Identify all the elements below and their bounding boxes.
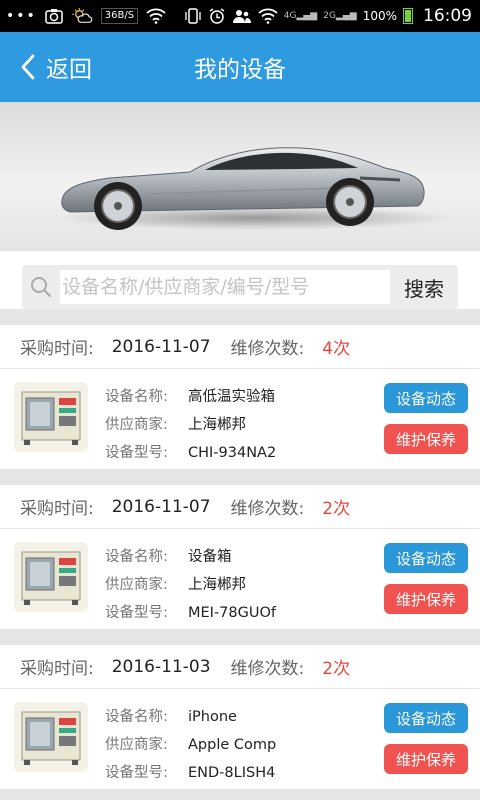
device-thumbnail	[14, 542, 88, 612]
device-dynamics-button[interactable]: 设备动态	[384, 543, 468, 573]
search-icon	[22, 265, 60, 309]
search-bar: 搜索	[22, 265, 458, 309]
banner-image	[0, 102, 480, 251]
overflow-dots: •••	[6, 8, 37, 24]
weather-icon	[72, 8, 93, 23]
record-body[interactable]: 设备名称: 高低温实验箱 供应商家: 上海郴邦 设备型号: CHI-934NA2 设备…	[0, 369, 480, 469]
back-button[interactable]: 返回	[0, 32, 92, 102]
device-thumbnail	[14, 382, 88, 452]
record-header: 采购时间: 2016-11-07 维修次数: 2次	[0, 485, 480, 529]
app-header: 返回 我的设备	[0, 32, 480, 102]
contacts-icon	[232, 10, 251, 23]
model-label: 设备型号:	[105, 445, 168, 461]
model: MEI-78GUOf	[188, 605, 276, 621]
device-name: 高低温实验箱	[188, 389, 275, 405]
device-record: 采购时间: 2016-11-07 维修次数: 4次 设备名称: 高低温实验箱 供应…	[0, 325, 480, 469]
clock: 16:09	[423, 6, 472, 26]
wifi-icon	[146, 8, 166, 24]
wifi-icon-2	[258, 8, 278, 24]
supplier: 上海郴邦	[188, 417, 246, 433]
device-name-label: 设备名称:	[105, 389, 168, 405]
camera-icon	[45, 9, 63, 24]
purchase-date: 2016-11-07	[111, 336, 211, 357]
repair-count-label: 维修次数:	[230, 499, 305, 519]
purchase-date: 2016-11-07	[111, 496, 211, 517]
search-input[interactable]	[60, 270, 390, 304]
supplier-label: 供应商家:	[105, 577, 168, 593]
device-thumbnail	[14, 702, 88, 772]
model: CHI-934NA2	[188, 445, 277, 461]
device-name-label: 设备名称:	[105, 709, 168, 725]
record-body[interactable]: 设备名称: 设备箱 供应商家: 上海郴邦 设备型号: MEI-78GUOf 设备动态 …	[0, 529, 480, 629]
battery-icon	[403, 8, 413, 24]
repair-count: 2次	[322, 499, 351, 519]
purchase-time-label: 采购时间:	[20, 659, 94, 679]
status-bar: ••• 36B/S 4G▂▄▆ 2G▂▄▆ 100% 16:09	[0, 0, 480, 32]
repair-count: 4次	[322, 339, 351, 359]
device-list: 采购时间: 2016-11-07 维修次数: 4次 设备名称: 高低温实验箱 供应…	[0, 309, 480, 789]
purchase-date: 2016-11-03	[111, 656, 211, 677]
supplier-label: 供应商家:	[105, 417, 168, 433]
supplier: Apple Comp	[188, 737, 277, 753]
maintenance-button[interactable]: 维护保养	[384, 744, 468, 774]
device-record: 采购时间: 2016-11-07 维修次数: 2次 设备名称: 设备箱 供应商家:…	[0, 485, 480, 629]
device-name: 设备箱	[188, 549, 232, 565]
car-image	[55, 147, 455, 230]
model-label: 设备型号:	[105, 765, 168, 781]
repair-count-label: 维修次数:	[230, 659, 305, 679]
signal-2g: 2G▂▄▆	[323, 11, 357, 21]
back-label: 返回	[46, 57, 92, 83]
device-record: 采购时间: 2016-11-03 维修次数: 2次 设备名称: iPhone 供应…	[0, 645, 480, 789]
repair-count-label: 维修次数:	[230, 339, 305, 359]
record-header: 采购时间: 2016-11-07 维修次数: 4次	[0, 325, 480, 369]
device-info: 设备名称: iPhone 供应商家: Apple Comp 设备型号: END-8LI…	[105, 703, 276, 787]
maintenance-button[interactable]: 维护保养	[384, 584, 468, 614]
signal-4g: 4G▂▄▆	[283, 11, 318, 21]
device-dynamics-button[interactable]: 设备动态	[384, 703, 468, 733]
record-header: 采购时间: 2016-11-03 维修次数: 2次	[0, 645, 480, 689]
purchase-time-label: 采购时间:	[20, 499, 94, 519]
network-speed: 36B/S	[100, 8, 139, 24]
repair-count: 2次	[322, 659, 351, 679]
battery-percent: 100%	[362, 9, 397, 23]
model-label: 设备型号:	[105, 605, 168, 621]
record-body[interactable]: 设备名称: iPhone 供应商家: Apple Comp 设备型号: END-8LI…	[0, 689, 480, 789]
purchase-time-label: 采购时间:	[20, 339, 94, 359]
search-button[interactable]: 搜索	[390, 273, 458, 302]
model: END-8LISH4	[188, 765, 276, 781]
vibrate-icon	[185, 8, 201, 24]
alarm-icon	[209, 8, 225, 24]
device-dynamics-button[interactable]: 设备动态	[384, 383, 468, 413]
chevron-left-icon	[21, 54, 35, 80]
supplier-label: 供应商家:	[105, 737, 168, 753]
device-name: iPhone	[188, 709, 237, 725]
supplier: 上海郴邦	[188, 577, 246, 593]
device-info: 设备名称: 设备箱 供应商家: 上海郴邦 设备型号: MEI-78GUOf	[105, 543, 276, 627]
device-name-label: 设备名称:	[105, 549, 168, 565]
maintenance-button[interactable]: 维护保养	[384, 424, 468, 454]
device-info: 设备名称: 高低温实验箱 供应商家: 上海郴邦 设备型号: CHI-934NA2	[105, 383, 276, 467]
search-area: 搜索	[0, 251, 480, 309]
